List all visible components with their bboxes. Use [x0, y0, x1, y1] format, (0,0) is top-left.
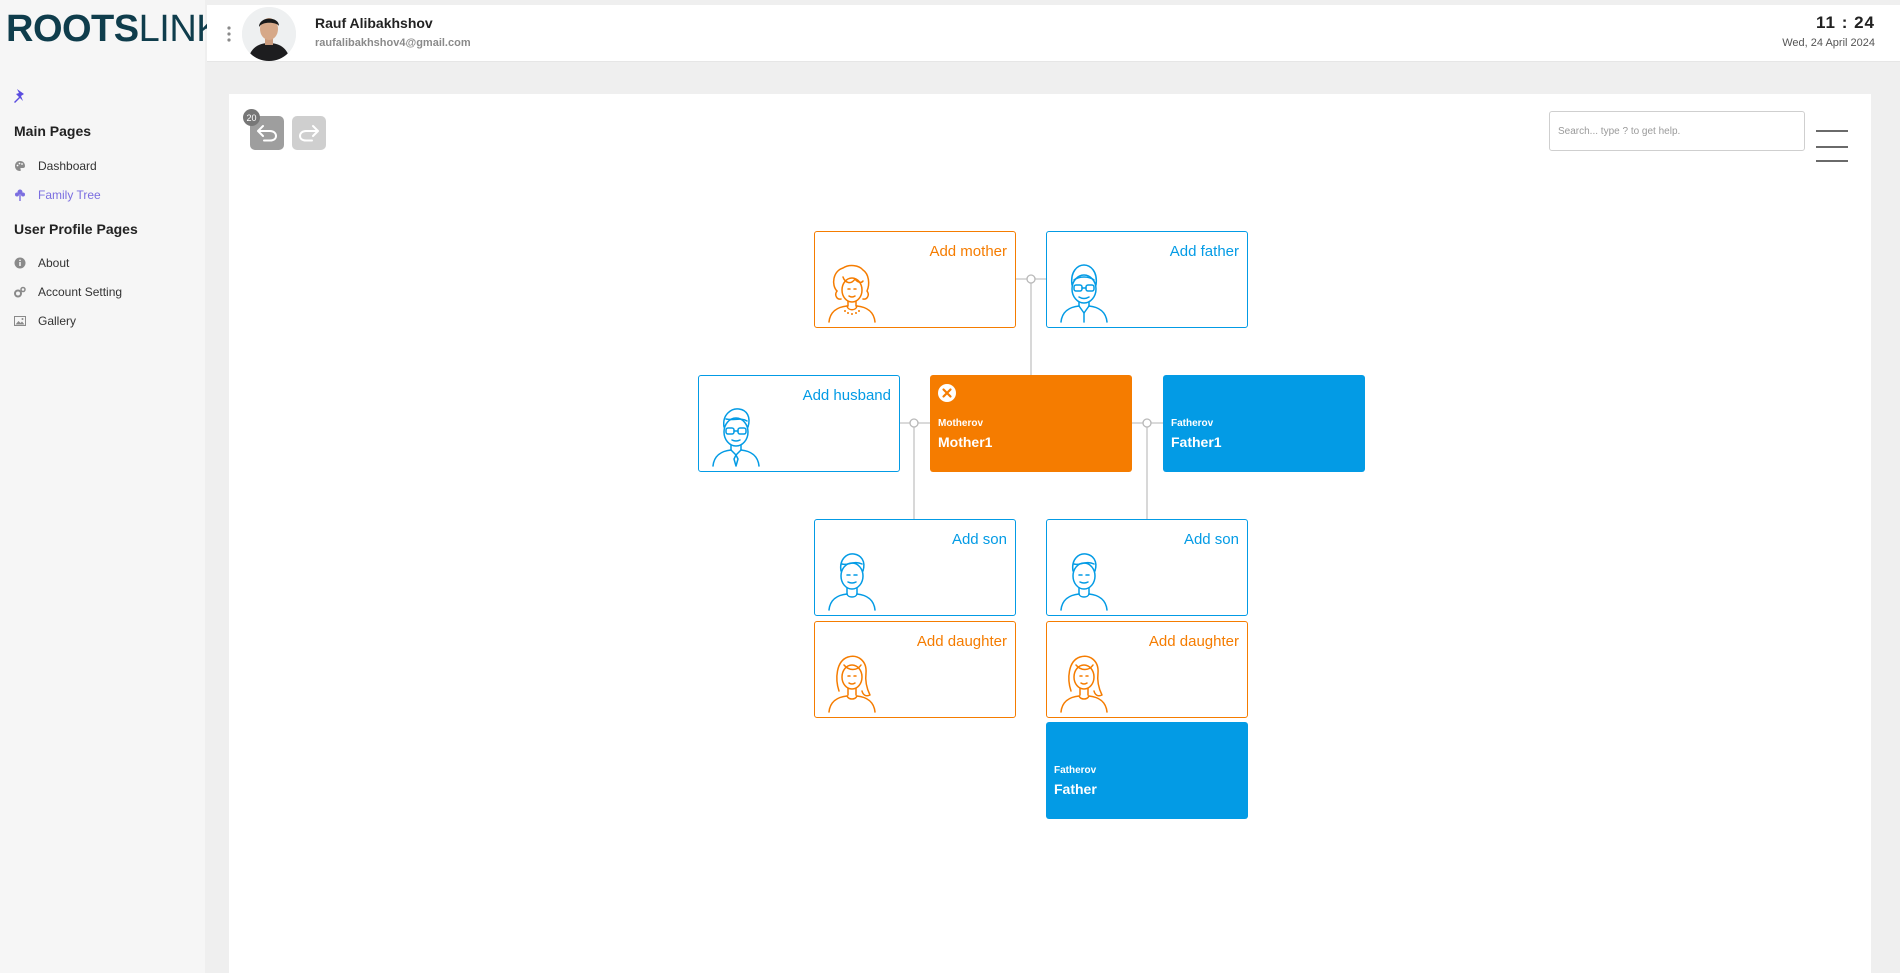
add-son-card[interactable]: Add son [814, 519, 1016, 616]
sidebar-item-dashboard[interactable]: Dashboard [14, 156, 97, 176]
info-icon [14, 257, 26, 269]
person-surname: Motherov [938, 418, 983, 429]
person-surname: Fatherov [1054, 765, 1097, 776]
girl-avatar-icon [1060, 655, 1108, 713]
add-husband-label: Add husband [802, 387, 891, 404]
add-daughter-label: Add daughter [916, 633, 1007, 650]
add-father-label: Add father [1169, 243, 1239, 260]
add-son-card[interactable]: Add son [1046, 519, 1248, 616]
tree-area: Add mother Add father Add husband Mother… [229, 94, 1871, 973]
clock-date: Wed, 24 April 2024 [1782, 37, 1875, 49]
person-given-name: Father1 [1171, 434, 1222, 450]
family-tree-canvas[interactable]: 20 Add mother [229, 94, 1871, 973]
top-header: Rauf Alibakhshov raufalibakhshov4@gmail.… [207, 5, 1900, 62]
woman-avatar-icon [828, 264, 876, 323]
person-given-name: Father [1054, 781, 1097, 797]
remove-person-icon[interactable] [937, 383, 957, 403]
sidebar-item-account-setting[interactable]: Account Setting [14, 282, 122, 302]
pin-icon[interactable] [12, 88, 28, 104]
add-mother-label: Add mother [929, 243, 1007, 260]
image-icon [14, 315, 26, 327]
tree-icon [14, 189, 26, 201]
kebab-menu-icon[interactable] [227, 26, 231, 42]
add-husband-card[interactable]: Add husband [698, 375, 900, 472]
sidebar-item-about-label: About [38, 256, 70, 270]
person-card-father[interactable]: Fatherov Father [1046, 722, 1248, 819]
user-avatar[interactable] [242, 7, 296, 61]
brand-logo[interactable]: ROOTSLINK [6, 7, 222, 51]
sidebar-item-gallery-label: Gallery [38, 314, 77, 328]
old-man-avatar-icon [1060, 264, 1108, 323]
sidebar-item-family-tree[interactable]: Family Tree [14, 185, 101, 205]
palette-icon [14, 160, 26, 172]
brand-logo-bold: ROOTS [6, 8, 139, 50]
person-card-father1[interactable]: Fatherov Father1 [1163, 375, 1365, 472]
person-surname: Fatherov [1171, 418, 1214, 429]
add-mother-card[interactable]: Add mother [814, 231, 1016, 328]
boy-avatar-icon [828, 553, 876, 611]
sidebar-item-about[interactable]: About [14, 253, 69, 273]
user-email: raufalibakhshov4@gmail.com [315, 37, 471, 49]
add-daughter-card[interactable]: Add daughter [1046, 621, 1248, 718]
add-daughter-label: Add daughter [1148, 633, 1239, 650]
sidebar-item-gallery[interactable]: Gallery [14, 311, 76, 331]
add-son-label: Add son [951, 531, 1007, 548]
gears-icon [14, 286, 26, 298]
person-card-mother1[interactable]: Motherov Mother1 [930, 375, 1132, 472]
boy-avatar-icon [1060, 553, 1108, 611]
section-title-main-pages: Main Pages [14, 123, 92, 139]
man-glasses-avatar-icon [712, 408, 760, 467]
add-father-card[interactable]: Add father [1046, 231, 1248, 328]
section-title-user-profile-pages: User Profile Pages [14, 221, 138, 237]
add-son-label: Add son [1183, 531, 1239, 548]
sidebar-item-dashboard-label: Dashboard [38, 159, 97, 173]
sidebar-item-account-setting-label: Account Setting [38, 285, 123, 299]
clock-time: 11 : 24 [1816, 13, 1875, 32]
add-daughter-card[interactable]: Add daughter [814, 621, 1016, 718]
girl-avatar-icon [828, 655, 876, 713]
sidebar-item-family-tree-label: Family Tree [38, 188, 101, 202]
sidebar: ROOTSLINK Main Pages Dashboard Family Tr… [0, 0, 222, 973]
person-given-name: Mother1 [938, 434, 993, 450]
user-name: Rauf Alibakhshov [315, 15, 433, 31]
